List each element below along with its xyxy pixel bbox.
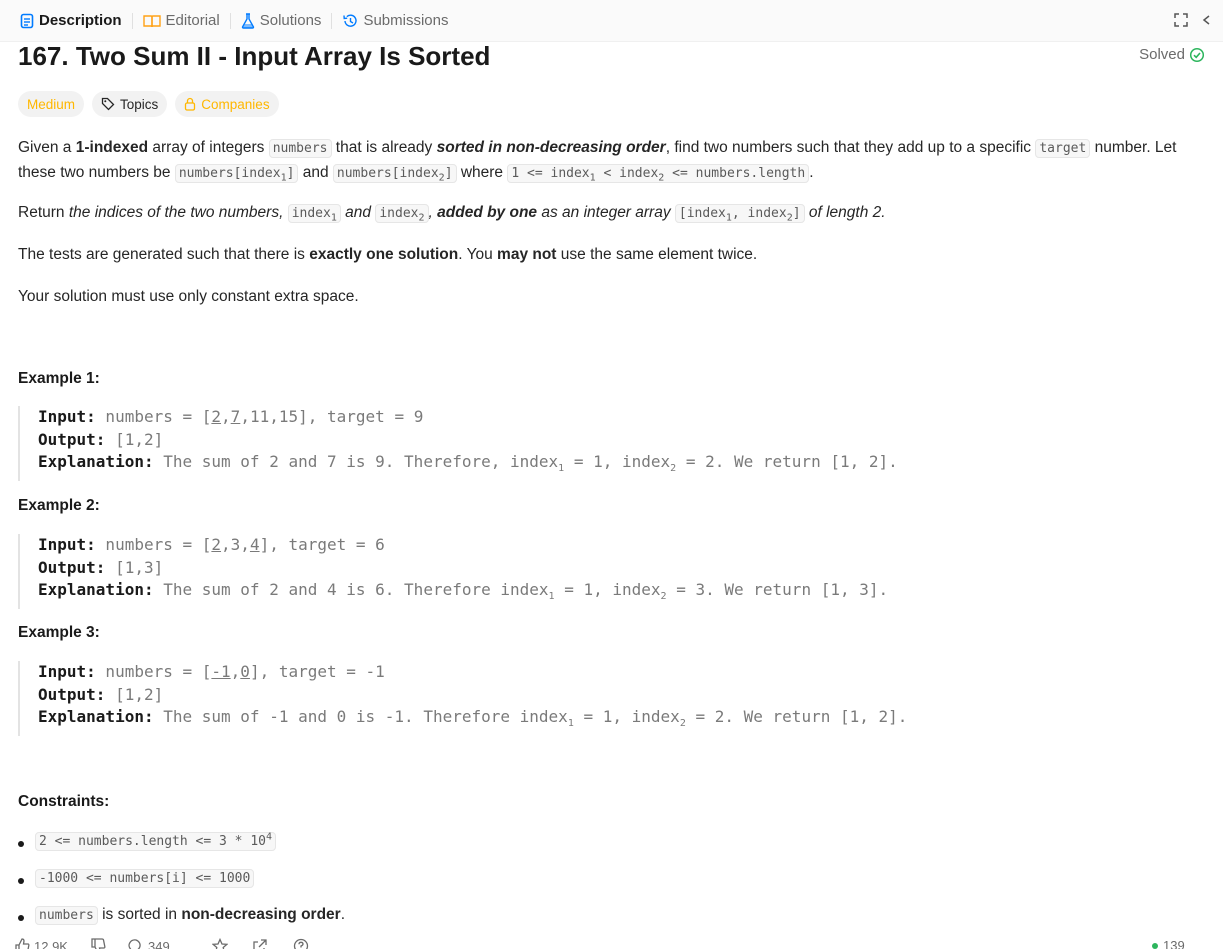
problem-tab-bar: Description Editorial Solutions Submissi… — [0, 0, 1223, 42]
bullet-dot — [18, 915, 24, 921]
tab-solutions[interactable]: Solutions — [235, 0, 328, 42]
share-external-icon — [253, 939, 267, 949]
tab-bar-actions — [1173, 12, 1223, 28]
example-output-line: Output: [1,3] — [38, 557, 164, 577]
constraint-item: 2 <= numbers.length <= 3 * 104 — [35, 832, 277, 852]
help-circle-icon — [293, 938, 309, 949]
tab-submissions-label: Submissions — [363, 12, 449, 29]
example-explanation-line: Explanation: The sum of -1 and 0 is -1. … — [38, 707, 908, 730]
flask-icon — [241, 12, 254, 29]
example-explanation-line: Explanation: The sum of 2 and 7 is 9. Th… — [38, 452, 898, 475]
constraints-title: Constraints: — [18, 793, 110, 810]
comments-count: 349 — [148, 938, 170, 949]
description-paragraph-1: Given a 1-indexed array of integers numb… — [18, 139, 1177, 184]
description-paragraph-3: The tests are generated such that there … — [18, 246, 758, 263]
example-output-line: Output: [1,2] — [38, 684, 164, 704]
inline-code: 2 <= numbers.length <= 3 * 104 — [35, 832, 277, 852]
description-paragraph-4: Your solution must use only constant ext… — [18, 288, 359, 305]
inline-code: numbers — [35, 906, 98, 925]
description-doc-icon — [20, 13, 34, 28]
example-input-line: Input: numbers = [2,7,11,15], target = 9 — [38, 407, 424, 426]
example-output-line: Output: [1,2] — [38, 429, 164, 449]
history-icon — [343, 13, 358, 27]
comment-bubble-icon — [128, 939, 141, 949]
inline-code: numbers[index1] — [174, 164, 299, 184]
thumbs-down-icon — [91, 938, 106, 949]
collapse-chevron-icon[interactable] — [1201, 13, 1211, 27]
online-status-dot — [1152, 943, 1158, 949]
example-input-line: Input: numbers = [2,3,4], target = 6 — [38, 535, 385, 554]
inline-code: numbers[index2] — [332, 164, 457, 184]
example-3-block: Input: numbers = [-1,0], target = -1 Out… — [18, 661, 907, 736]
tab-submissions[interactable]: Submissions — [336, 0, 454, 42]
tab-editorial[interactable]: Editorial — [137, 0, 226, 42]
tab-divider — [331, 12, 333, 29]
inline-code: index1 — [287, 204, 341, 224]
problem-footer-bar: 12.9K 349 139 Online — [0, 936, 1223, 949]
companies-button[interactable]: Companies — [175, 91, 279, 117]
favorite-button[interactable] — [212, 938, 232, 949]
example-3-title: Example 3: — [18, 624, 100, 641]
fullscreen-icon[interactable] — [1173, 12, 1189, 28]
topics-label: Topics — [120, 96, 159, 112]
tab-editorial-label: Editorial — [165, 12, 220, 29]
tag-icon — [101, 97, 115, 111]
constraint-item: -1000 <= numbers[i] <= 1000 — [35, 869, 255, 888]
star-icon — [212, 938, 228, 949]
difficulty-badge: Medium — [18, 91, 85, 117]
problem-tags: Medium Topics Companies — [18, 91, 279, 117]
online-count: 139 Online — [1163, 938, 1185, 949]
tab-description-label: Description — [39, 12, 122, 29]
share-button[interactable] — [252, 938, 272, 949]
inline-code: [index1, index2] — [674, 204, 805, 224]
example-2-block: Input: numbers = [2,3,4], target = 6 Out… — [18, 534, 888, 609]
constraint-item: numbers is sorted in non-decreasing orde… — [35, 906, 345, 925]
tab-solutions-label: Solutions — [259, 12, 322, 29]
example-1-block: Input: numbers = [2,7,11,15], target = 9… — [18, 406, 898, 481]
inline-code: target — [1035, 139, 1091, 158]
inline-code: index2 — [375, 204, 429, 224]
comments-button[interactable]: 349 — [128, 938, 170, 949]
description-paragraph-2: Return the indices of the two numbers, i… — [18, 204, 886, 224]
inline-code: numbers — [268, 139, 332, 158]
tab-divider — [131, 12, 133, 29]
example-input-line: Input: numbers = [-1,0], target = -1 — [38, 662, 385, 681]
like-button[interactable]: 12.9K — [14, 938, 68, 949]
tab-description[interactable]: Description — [14, 0, 128, 42]
lock-icon — [185, 97, 196, 111]
editorial-book-icon — [142, 14, 161, 27]
likes-count: 12.9K — [34, 938, 68, 949]
example-explanation-line: Explanation: The sum of 2 and 4 is 6. Th… — [38, 580, 889, 603]
help-button[interactable] — [293, 938, 313, 949]
tab-divider — [229, 12, 231, 29]
inline-code: 1 <= index1 < index2 <= numbers.length — [507, 164, 810, 184]
topics-button[interactable]: Topics — [92, 91, 168, 117]
check-circle-icon — [1189, 47, 1205, 62]
thumbs-up-icon — [15, 938, 30, 949]
bullet-dot — [18, 878, 24, 884]
example-1-title: Example 1: — [18, 370, 100, 387]
dislike-button[interactable] — [90, 938, 110, 949]
solved-status: Solved — [1139, 46, 1205, 63]
bullet-dot — [18, 841, 24, 847]
companies-label: Companies — [201, 96, 270, 112]
solved-label: Solved — [1139, 46, 1185, 63]
example-2-title: Example 2: — [18, 497, 100, 514]
problem-title[interactable]: 167. Two Sum II - Input Array Is Sorted — [18, 40, 490, 72]
inline-code: -1000 <= numbers[i] <= 1000 — [35, 869, 255, 888]
